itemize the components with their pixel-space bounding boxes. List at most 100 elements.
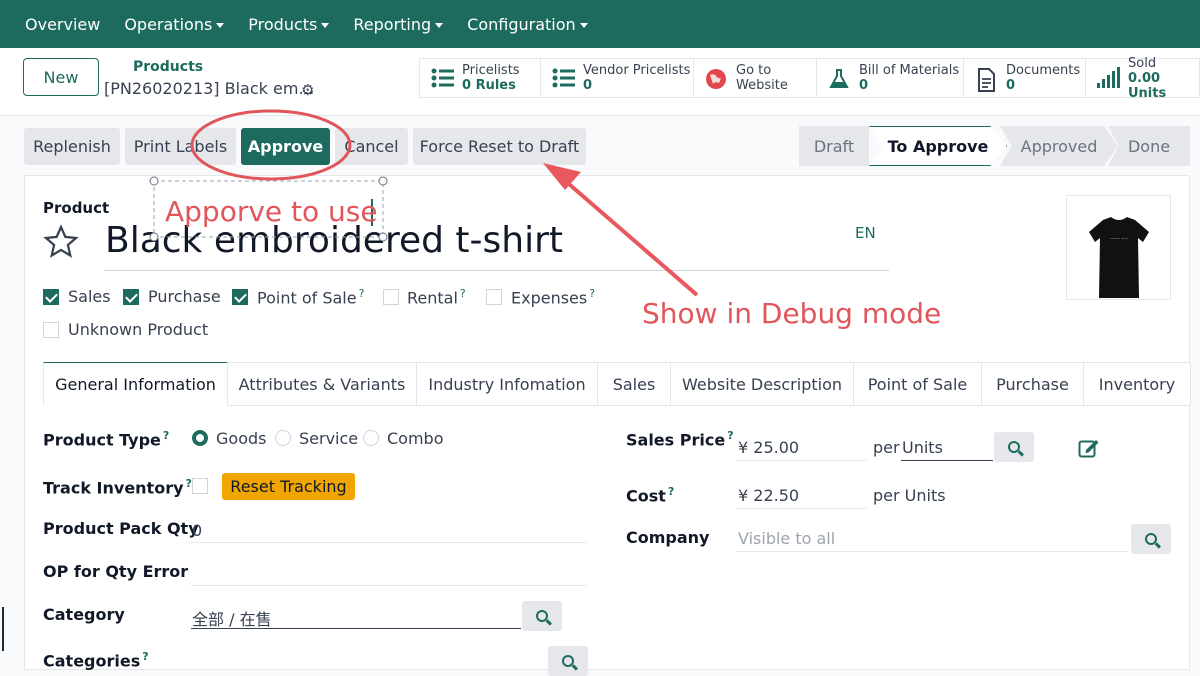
smart-label: Go to bbox=[736, 63, 772, 78]
smart-button-website[interactable]: Go to Website bbox=[693, 58, 817, 98]
tab-general-information[interactable]: General Information bbox=[43, 362, 228, 406]
sales-price-input[interactable]: ¥ 25.00 bbox=[738, 438, 799, 457]
nav-configuration[interactable]: Configuration bbox=[455, 15, 600, 34]
smart-button-bom[interactable]: Bill of Materials 0 bbox=[816, 58, 964, 98]
smart-label: Pricelists bbox=[462, 63, 520, 78]
help-icon[interactable]: ? bbox=[163, 429, 169, 442]
scroll-marker bbox=[2, 607, 4, 651]
breadcrumb-parent[interactable]: Products bbox=[133, 59, 203, 75]
list-icon bbox=[551, 67, 577, 89]
print-labels-button[interactable]: Print Labels bbox=[125, 128, 236, 165]
sales-uom-input[interactable]: Units bbox=[902, 438, 943, 457]
caret-down-icon bbox=[321, 22, 330, 28]
radio-combo[interactable] bbox=[363, 430, 379, 446]
tab-inventory[interactable]: Inventory bbox=[1083, 362, 1191, 406]
smart-button-documents[interactable]: Documents 0 bbox=[963, 58, 1086, 98]
gear-icon[interactable]: ⚙ bbox=[301, 81, 314, 99]
radio-service[interactable] bbox=[275, 430, 291, 446]
rental-checkbox[interactable] bbox=[383, 289, 399, 305]
top-nav: Overview Operations Products Reporting C… bbox=[0, 0, 1200, 48]
nav-reporting[interactable]: Reporting bbox=[341, 15, 455, 34]
stage-draft[interactable]: Draft bbox=[799, 126, 869, 166]
help-icon[interactable]: ? bbox=[589, 287, 595, 300]
tab-point-of-sale[interactable]: Point of Sale bbox=[853, 362, 982, 406]
track-inventory-label: Track Inventory? bbox=[43, 477, 192, 497]
tab-website-description[interactable]: Website Description bbox=[670, 362, 854, 406]
stage-done[interactable]: Done bbox=[1108, 126, 1190, 166]
sales-price-underline bbox=[737, 460, 867, 461]
product-image[interactable]: ~~~ ~~ bbox=[1066, 195, 1171, 300]
company-search-button[interactable] bbox=[1131, 524, 1171, 554]
stage-to-approve[interactable]: To Approve bbox=[869, 126, 1007, 166]
pos-checkbox[interactable] bbox=[232, 289, 248, 305]
smart-button-sold[interactable]: Sold 0.00 Units bbox=[1085, 56, 1200, 101]
cancel-button[interactable]: Cancel bbox=[335, 128, 408, 165]
help-icon[interactable]: ? bbox=[359, 287, 365, 300]
cost-input[interactable]: ¥ 22.50 bbox=[738, 486, 799, 505]
pos-check-label: Point of Sale? bbox=[257, 287, 364, 307]
tabs-divider bbox=[227, 405, 1191, 406]
product-type-label: Product Type? bbox=[43, 429, 169, 449]
smart-button-vendor-pricelists[interactable]: Vendor Pricelists 0 bbox=[540, 58, 694, 98]
uom-search-button[interactable] bbox=[994, 432, 1034, 462]
smart-button-pricelists[interactable]: Pricelists 0 Rules bbox=[419, 58, 541, 98]
caret-down-icon bbox=[216, 22, 225, 28]
replenish-button[interactable]: Replenish bbox=[24, 128, 120, 165]
radio-goods[interactable] bbox=[192, 430, 208, 446]
sales-checkbox[interactable] bbox=[43, 289, 59, 305]
tab-purchase[interactable]: Purchase bbox=[981, 362, 1084, 406]
sales-price-text: Sales Price bbox=[626, 430, 726, 450]
document-icon bbox=[974, 67, 1000, 92]
nav-operations[interactable]: Operations bbox=[112, 15, 236, 34]
tab-attributes-variants[interactable]: Attributes & Variants bbox=[227, 362, 417, 406]
edit-icon[interactable] bbox=[1078, 438, 1100, 462]
help-icon[interactable]: ? bbox=[727, 429, 733, 442]
unknown-product-checkbox[interactable] bbox=[43, 322, 59, 338]
lang-button[interactable]: EN bbox=[855, 224, 876, 242]
tab-sales[interactable]: Sales bbox=[597, 362, 671, 406]
track-inventory-checkbox[interactable] bbox=[192, 478, 208, 494]
debug-annotation-text: Show in Debug mode bbox=[642, 297, 942, 330]
company-label: Company bbox=[626, 528, 710, 547]
expenses-checkbox[interactable] bbox=[486, 289, 502, 305]
help-icon[interactable]: ? bbox=[142, 650, 148, 663]
nav-products-label: Products bbox=[248, 14, 318, 34]
op-error-label: OP for Qty Error bbox=[43, 562, 189, 581]
nav-overview[interactable]: Overview bbox=[0, 15, 112, 34]
approve-button[interactable]: Approve bbox=[241, 128, 330, 165]
expenses-check-label: Expenses? bbox=[511, 287, 595, 307]
control-panel: New Products [PN26020213] Black em… ⚙ Pr… bbox=[0, 48, 1200, 116]
categories-search-button[interactable] bbox=[548, 646, 588, 676]
category-input[interactable]: 全部 / 在售 bbox=[192, 606, 272, 630]
reset-tracking-button[interactable]: Reset Tracking bbox=[222, 473, 355, 500]
tab-industry-infomation[interactable]: Industry Infomation bbox=[416, 362, 598, 406]
help-icon[interactable]: ? bbox=[668, 485, 674, 498]
purchase-check-label: Purchase bbox=[148, 287, 221, 306]
force-reset-button[interactable]: Force Reset to Draft bbox=[413, 128, 586, 165]
company-underline bbox=[737, 551, 1129, 552]
new-button[interactable]: New bbox=[23, 58, 99, 96]
op-error-field[interactable] bbox=[191, 585, 587, 586]
smart-value: 0.00 Units bbox=[1128, 70, 1167, 101]
pack-qty-input[interactable]: 0 bbox=[192, 521, 202, 540]
nav-products[interactable]: Products bbox=[236, 15, 341, 34]
categories-text: Categories bbox=[43, 651, 141, 671]
breadcrumb-current: [PN26020213] Black em… bbox=[104, 79, 315, 98]
per-label: per bbox=[873, 438, 900, 457]
smart-label: Bill of Materials bbox=[859, 63, 960, 78]
purchase-checkbox[interactable] bbox=[123, 289, 139, 305]
star-icon[interactable] bbox=[43, 224, 79, 264]
caret-down-icon bbox=[579, 22, 588, 28]
company-input[interactable]: Visible to all bbox=[738, 529, 835, 548]
category-search-button[interactable] bbox=[522, 601, 562, 631]
cost-underline bbox=[737, 508, 867, 509]
list-icon bbox=[430, 67, 456, 89]
sales-uom-underline bbox=[901, 460, 993, 461]
help-icon[interactable]: ? bbox=[460, 287, 466, 300]
categories-label: Categories? bbox=[43, 650, 149, 670]
combo-label: Combo bbox=[387, 429, 444, 448]
caret-down-icon bbox=[435, 22, 444, 28]
stage-approved[interactable]: Approved bbox=[1000, 126, 1118, 166]
help-icon[interactable]: ? bbox=[186, 477, 192, 490]
smart-value: 0 bbox=[583, 78, 593, 93]
